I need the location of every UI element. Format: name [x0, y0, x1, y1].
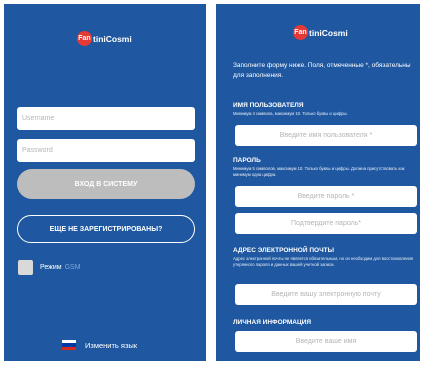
registration-screen: Fan tiniCosmi Заполните форму ниже. Поля…: [216, 4, 420, 361]
personal-info-section-title: ЛИЧНАЯ ИНФОРМАЦИЯ: [233, 319, 312, 326]
register-password-input[interactable]: Введите пароль *: [235, 186, 417, 207]
password-input[interactable]: Password: [17, 139, 195, 162]
brand-name: tiniCosmi: [309, 27, 348, 38]
login-button[interactable]: ВХОД В СИСТЕМУ: [17, 169, 195, 199]
gsm-checkbox[interactable]: [18, 260, 33, 275]
gsm-mode-toggle[interactable]: Режим GSM: [18, 260, 81, 275]
register-email-placeholder: Введите вашу электронную почту: [271, 291, 381, 298]
register-username-input[interactable]: Введите имя пользователя *: [235, 125, 417, 146]
register-button[interactable]: ЕЩЕ НЕ ЗАРЕГИСТРИРОВАНЫ?: [17, 215, 195, 243]
password-section-title: ПАРОЛЬ: [233, 157, 261, 164]
username-input[interactable]: Username: [17, 107, 195, 130]
email-hint: Адрес электронной почты не является обяз…: [233, 256, 414, 267]
form-intro: Заполните форму ниже. Поля, отмеченные *…: [233, 62, 411, 79]
change-language-link[interactable]: Изменить язык: [62, 340, 137, 350]
russian-flag-icon: [62, 340, 76, 350]
register-password-confirm-input[interactable]: Подтвердите пароль*: [235, 213, 417, 234]
username-hint: Минимум 4 символа, максимум 10. Только б…: [233, 111, 348, 116]
register-username-placeholder: Введите имя пользователя *: [279, 132, 373, 139]
register-name-input[interactable]: Введите ваше имя: [235, 331, 417, 352]
password-hint: Минимум 5 символов, максимум 10. Только …: [233, 166, 405, 177]
register-password-placeholder: Введите пароль *: [297, 193, 355, 200]
gsm-accent-label: GSM: [64, 264, 81, 271]
gsm-label: Режим: [40, 264, 62, 271]
change-language-label: Изменить язык: [85, 340, 138, 350]
login-screen: Fan tiniCosmi Username Password ВХОД В С…: [4, 4, 206, 361]
password-placeholder: Password: [22, 147, 53, 154]
brand-logo: Fan tiniCosmi: [293, 25, 348, 40]
email-section-title: АДРЕС ЭЛЕКТРОННОЙ ПОЧТЫ: [233, 247, 334, 254]
flag-stripe-red: [62, 346, 76, 350]
brand-badge: Fan: [77, 31, 92, 46]
username-placeholder: Username: [22, 115, 55, 122]
brand-logo: Fan tiniCosmi: [77, 31, 132, 46]
register-name-placeholder: Введите ваше имя: [295, 338, 357, 345]
register-password-confirm-placeholder: Подтвердите пароль*: [290, 220, 362, 227]
brand-name: tiniCosmi: [93, 33, 132, 44]
brand-badge: Fan: [293, 25, 308, 40]
register-email-input[interactable]: Введите вашу электронную почту: [235, 284, 417, 305]
username-section-title: ИМЯ ПОЛЬЗОВАТЕЛЯ: [233, 102, 304, 109]
